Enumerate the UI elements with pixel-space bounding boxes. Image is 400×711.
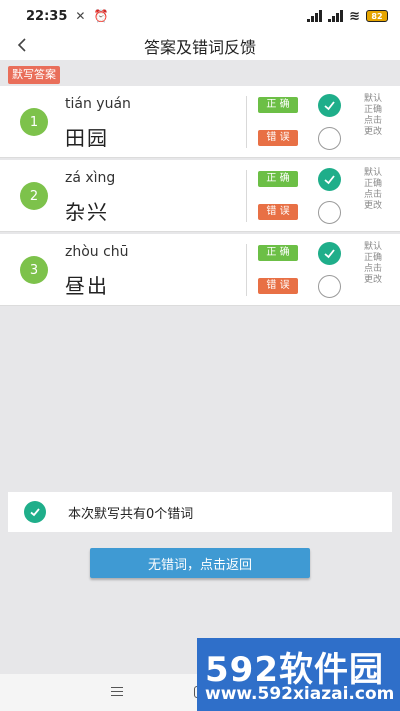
watermark: 592软件园 www.592xiazai.com [197,638,400,711]
word-hanzi: 杂兴 [65,200,109,224]
chevron-left-icon[interactable] [14,34,30,56]
summary-bar: 本次默写共有0个错词 [8,492,392,532]
battery-icon: 82 [366,10,388,22]
correct-button[interactable]: 正 确 [258,97,298,113]
page-title: 答案及错词反馈 [143,38,256,57]
correct-button[interactable]: 正 确 [258,245,298,261]
wrong-button[interactable]: 错 误 [258,130,298,146]
status-time: 22:35 [26,8,68,24]
check-circle-icon[interactable] [318,242,341,265]
word-hanzi: 田园 [65,126,109,150]
alarm-icon: ⏰ [93,9,109,23]
word-number: 2 [20,182,48,210]
wrong-button[interactable]: 错 误 [258,278,298,294]
signal-icon-2 [328,10,344,22]
default-hint: 默认正确点击更改 [364,94,383,137]
check-circle-icon[interactable] [318,168,341,191]
wrong-button[interactable]: 错 误 [258,204,298,220]
battery-level: 82 [371,11,383,21]
word-pinyin: zhòu chū [65,244,129,260]
word-pinyin: zá xìng [65,170,116,186]
divider [246,96,247,148]
watermark-site: www.592xiazai.com [205,684,395,704]
empty-circle-icon[interactable] [318,127,341,150]
wifi-icon: ≋ [349,8,360,24]
correct-button[interactable]: 正 确 [258,171,298,187]
word-number: 3 [20,256,48,284]
status-right: ≋ 82 [307,9,388,24]
status-bar: 22:35 ✕ ⏰ ≋ 82 [0,0,400,32]
section-tag: 默写答案 [8,66,60,84]
app-header: 答案及错词反馈 [0,32,400,60]
return-button[interactable]: 无错词，点击返回 [90,548,310,578]
default-hint: 默认正确点击更改 [364,168,383,211]
signal-icon [307,10,323,22]
default-hint: 默认正确点击更改 [364,242,383,285]
word-hanzi: 昼出 [65,274,109,298]
word-pinyin: tián yuán [65,96,131,112]
word-number: 1 [20,108,48,136]
check-circle-icon [24,501,46,523]
mute-icon: ✕ [75,9,86,23]
empty-circle-icon[interactable] [318,201,341,224]
check-circle-icon[interactable] [318,94,341,117]
summary-text: 本次默写共有0个错词 [68,506,194,522]
divider [246,244,247,296]
divider [246,170,247,222]
menu-icon[interactable] [111,687,123,699]
word-row: 3 zhòu chū 昼出 正 确 错 误 默认正确点击更改 [0,234,400,306]
word-row: 2 zá xìng 杂兴 正 确 错 误 默认正确点击更改 [0,160,400,232]
word-row: 1 tián yuán 田园 正 确 错 误 默认正确点击更改 [0,86,400,158]
empty-circle-icon[interactable] [318,275,341,298]
